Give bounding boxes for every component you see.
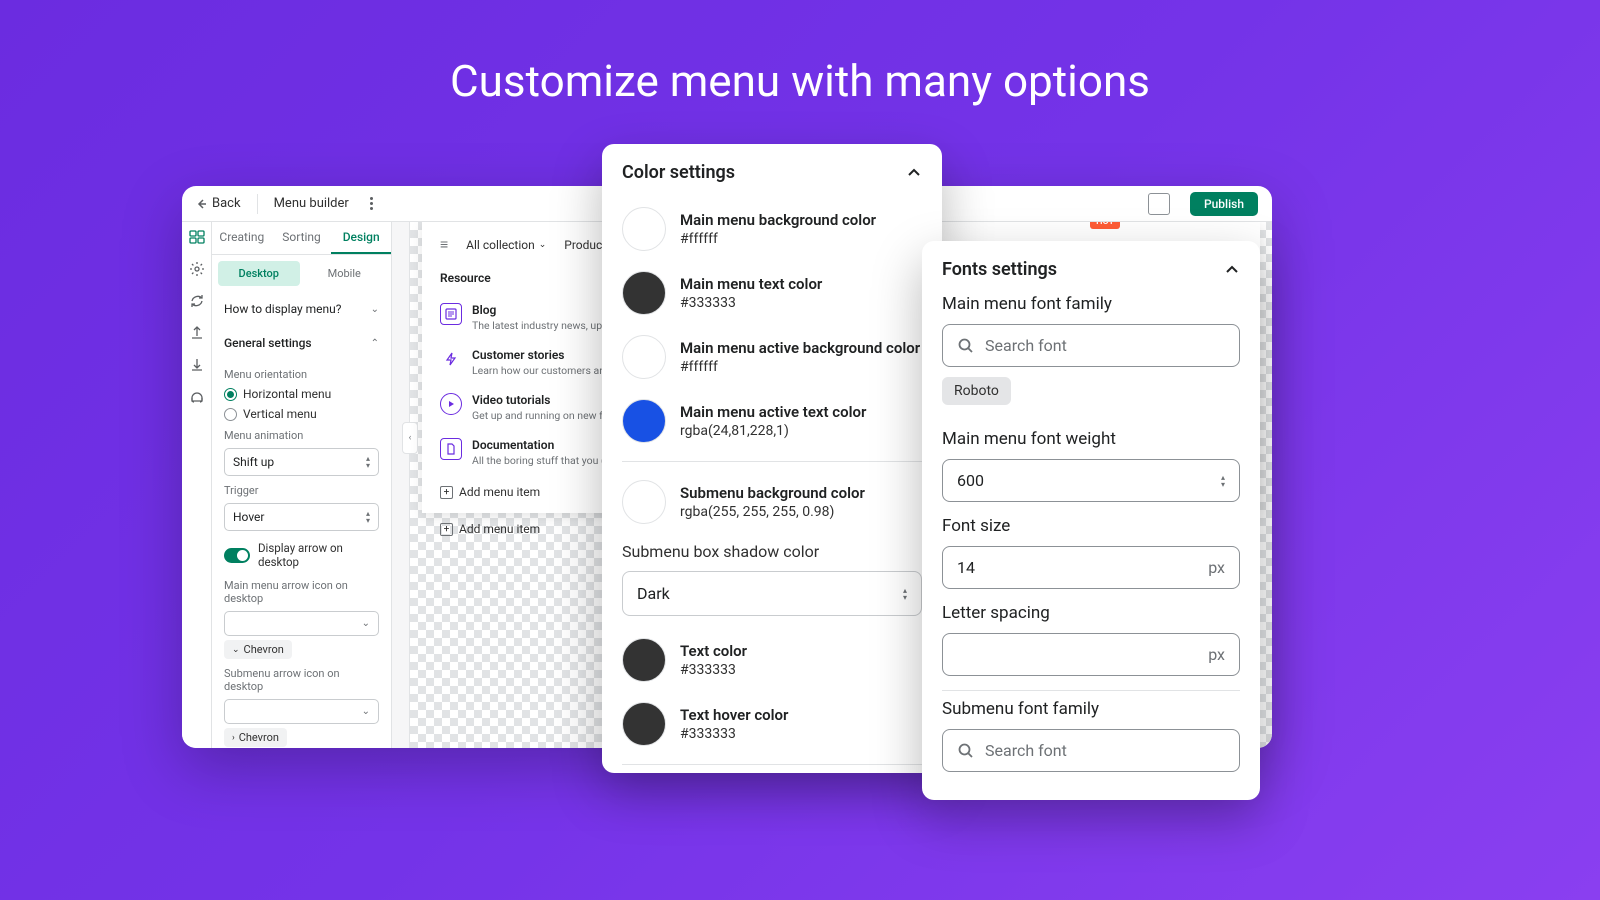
collapse-handle[interactable]: ‹ xyxy=(402,422,418,454)
submenu-arrow-select[interactable]: ⌄ xyxy=(224,699,379,724)
sidebar: Creating Sorting Design Desktop Mobile H… xyxy=(212,222,392,748)
lightning-icon xyxy=(440,348,462,370)
color-name: Main menu background color xyxy=(680,211,922,229)
color-swatch xyxy=(622,335,666,379)
color-value: rgba(24,81,228,1) xyxy=(680,423,922,439)
add-menu-item-outer[interactable]: +Add menu item xyxy=(440,522,540,536)
search-icon xyxy=(957,742,975,760)
submenu-arrow-label: Submenu arrow icon on desktop xyxy=(224,667,379,693)
chevron-down-icon: ⌄ xyxy=(371,304,379,315)
color-row[interactable]: Main menu active text color rgba(24,81,22… xyxy=(622,389,922,453)
color-name: Main menu active text color xyxy=(680,403,922,421)
tab-creating[interactable]: Creating xyxy=(212,222,272,254)
play-icon xyxy=(440,393,462,415)
back-arrow-icon xyxy=(196,198,208,210)
color-swatch xyxy=(622,207,666,251)
color-swatch xyxy=(622,271,666,315)
document-icon xyxy=(440,438,462,460)
color-row[interactable]: Text hover color #333333 xyxy=(622,692,922,756)
rail-icon-import[interactable] xyxy=(188,356,206,374)
color-name: Main menu text color xyxy=(680,275,922,293)
hero-title: Customize menu with many options xyxy=(0,55,1600,107)
selected-font-chip[interactable]: Roboto xyxy=(942,377,1011,405)
main-arrow-select[interactable]: ⌄ xyxy=(224,611,379,636)
blog-icon xyxy=(440,303,462,325)
back-button[interactable]: Back xyxy=(196,196,241,211)
rail-icon-export[interactable] xyxy=(188,324,206,342)
size-label: Font size xyxy=(942,516,1240,536)
rail-icon-sync[interactable] xyxy=(188,292,206,310)
hamburger-icon: ≡ xyxy=(440,236,448,253)
trigger-select[interactable]: Hover▴▾ xyxy=(224,503,379,531)
color-row[interactable]: Main menu background color #ffffff xyxy=(622,197,922,261)
color-swatch xyxy=(622,480,666,524)
shadow-label: Submenu box shadow color xyxy=(622,542,922,561)
color-value: #333333 xyxy=(680,726,922,742)
accordion-general-settings[interactable]: General settings ⌃ xyxy=(212,326,391,360)
search-icon xyxy=(957,337,975,355)
hot-badge: HOT xyxy=(1090,222,1120,229)
device-tab-desktop[interactable]: Desktop xyxy=(218,261,300,286)
font-search-input[interactable]: Search font xyxy=(942,324,1240,367)
color-swatch xyxy=(622,638,666,682)
color-value: rgba(255, 255, 255, 0.98) xyxy=(680,504,922,520)
color-row[interactable]: Main menu active background color #ffffff xyxy=(622,325,922,389)
more-icon[interactable] xyxy=(365,197,379,211)
color-row[interactable]: Submenu background color rgba(255, 255, 2… xyxy=(622,470,922,534)
weight-label: Main menu font weight xyxy=(942,429,1240,449)
color-name: Text color xyxy=(680,642,922,660)
animation-label: Menu animation xyxy=(224,429,379,442)
radio-vertical[interactable]: Vertical menu xyxy=(224,407,379,421)
color-value: #ffffff xyxy=(680,359,922,375)
publish-button[interactable]: Publish xyxy=(1190,192,1258,216)
spacing-label: Letter spacing xyxy=(942,603,1240,623)
animation-select[interactable]: Shift up▴▾ xyxy=(224,448,379,476)
color-name: Main menu active background color xyxy=(680,339,922,357)
color-swatch xyxy=(622,399,666,443)
color-value: #333333 xyxy=(680,662,922,678)
breadcrumb: Menu builder xyxy=(274,196,349,211)
color-row[interactable]: Main menu text color #333333 xyxy=(622,261,922,325)
chevron-chip-sub[interactable]: ›Chevron xyxy=(224,728,287,747)
rail-icon-settings[interactable] xyxy=(188,260,206,278)
fonts-settings-panel: Fonts settings Main menu font family Sea… xyxy=(922,241,1260,800)
rail-icon-support[interactable] xyxy=(188,388,206,406)
fonts-panel-title: Fonts settings xyxy=(942,259,1057,280)
color-swatch xyxy=(622,702,666,746)
device-tab-mobile[interactable]: Mobile xyxy=(304,261,386,286)
color-row[interactable]: Text color #333333 xyxy=(622,628,922,692)
color-value: #ffffff xyxy=(680,231,922,247)
color-value: #333333 xyxy=(680,295,922,311)
main-family-label: Main menu font family xyxy=(942,294,1240,314)
accordion-how-to-display[interactable]: How to display menu? ⌄ xyxy=(212,292,391,326)
main-arrow-label: Main menu arrow icon on desktop xyxy=(224,579,379,605)
orientation-label: Menu orientation xyxy=(224,368,379,381)
font-size-input[interactable]: 14px xyxy=(942,546,1240,589)
color-name: Text hover color xyxy=(680,706,922,724)
tab-design[interactable]: Design xyxy=(331,222,391,254)
device-preview-icon[interactable] xyxy=(1148,193,1170,215)
trigger-label: Trigger xyxy=(224,484,379,497)
letter-spacing-input[interactable]: px xyxy=(942,633,1240,676)
toggle-display-arrow[interactable] xyxy=(224,548,250,563)
radio-horizontal[interactable]: Horizontal menu xyxy=(224,387,379,401)
chevron-up-icon[interactable] xyxy=(1224,262,1240,278)
chevron-up-icon: ⌃ xyxy=(371,338,379,349)
submenu-family-label: Submenu font family xyxy=(942,699,1240,719)
chevron-chip-main[interactable]: ⌄Chevron xyxy=(224,640,292,659)
submenu-font-search-input[interactable]: Search font xyxy=(942,729,1240,772)
rail-icon-menus[interactable] xyxy=(188,228,206,246)
color-name: Submenu background color xyxy=(680,484,922,502)
color-panel-title: Color settings xyxy=(622,162,735,183)
sidebar-rail xyxy=(182,222,212,748)
tab-sorting[interactable]: Sorting xyxy=(272,222,332,254)
menu-all-collection[interactable]: All collection⌄ xyxy=(466,238,546,252)
chevron-up-icon[interactable] xyxy=(906,165,922,181)
shadow-select[interactable]: Dark▴▾ xyxy=(622,571,922,616)
weight-select[interactable]: 600▴▾ xyxy=(942,459,1240,502)
color-settings-panel: Color settings Main menu background colo… xyxy=(602,144,942,773)
